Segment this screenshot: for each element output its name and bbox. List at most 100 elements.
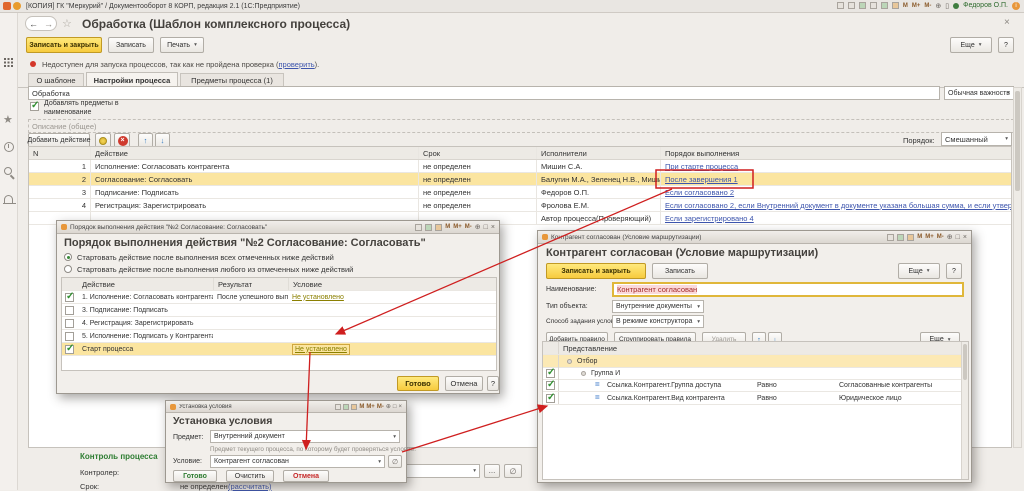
row-checkbox[interactable]: [65, 306, 74, 315]
order-dialog-titlebar[interactable]: Порядок выполнения действия "№2 Согласов…: [57, 221, 499, 234]
row-order-link[interactable]: Если зарегистрировано 4: [665, 214, 754, 223]
back-arrow-icon[interactable]: ←: [29, 19, 38, 29]
zoom-icon[interactable]: ⊕: [947, 233, 953, 241]
col-term[interactable]: Срок: [419, 147, 537, 159]
store-settings-icon[interactable]: [335, 404, 341, 410]
tab-about[interactable]: О шаблоне: [28, 73, 84, 87]
row-order-link[interactable]: При старте процесса: [665, 162, 738, 171]
col-n[interactable]: N: [29, 147, 91, 159]
method-select[interactable]: В режиме конструктора: [612, 315, 704, 328]
clear-button[interactable]: Очистить: [226, 470, 274, 482]
description-input[interactable]: Описание (общее): [28, 119, 1014, 133]
table-row[interactable]: 3 Подписание: Подписать не определен Фед…: [29, 186, 1011, 199]
row-checkbox[interactable]: [65, 332, 74, 341]
col-action[interactable]: Действие: [78, 278, 213, 290]
restore-settings-icon[interactable]: [897, 234, 904, 241]
history-clock-icon[interactable]: [4, 142, 14, 152]
current-user[interactable]: Федоров О.П.: [963, 2, 1008, 9]
calendar-icon[interactable]: [881, 2, 888, 9]
notifications-bell-icon[interactable]: [4, 195, 13, 203]
controller-open-button[interactable]: ∅: [504, 464, 522, 478]
order-row[interactable]: 4. Регистрация: Зарегистрировать: [62, 317, 496, 330]
col-performers[interactable]: Исполнители: [537, 147, 661, 159]
order-row[interactable]: 5. Исполнение: Подписать у Контрагента: [62, 330, 496, 343]
restore-settings-icon[interactable]: [425, 224, 432, 231]
name-input[interactable]: Контрагент согласован: [612, 282, 964, 297]
font-smaller-icon[interactable]: M-: [377, 404, 384, 410]
table-row[interactable]: 1 Исполнение: Согласовать контрагента не…: [29, 160, 1011, 173]
search-icon[interactable]: [4, 167, 12, 175]
object-type-select[interactable]: Внутренние документы: [612, 300, 704, 313]
restore-settings-icon[interactable]: [343, 404, 349, 410]
zoom-icon[interactable]: ⊕: [475, 223, 481, 231]
done-button[interactable]: Готово: [173, 470, 217, 482]
print-button[interactable]: Печать: [160, 37, 204, 53]
check-link[interactable]: проверить: [278, 60, 314, 69]
maximize-icon[interactable]: □: [484, 224, 488, 231]
done-button[interactable]: Готово: [397, 376, 439, 391]
font-smaller-icon[interactable]: M-: [937, 234, 944, 240]
save-close-button[interactable]: Записать и закрыть: [546, 263, 646, 279]
tab-subjects[interactable]: Предметы процесса (1): [180, 73, 284, 87]
order-select[interactable]: Смешанный: [941, 132, 1012, 146]
zoom-icon[interactable]: ⊕: [386, 403, 391, 410]
user-icon[interactable]: [953, 3, 959, 9]
cancel-button[interactable]: Отмена: [283, 470, 329, 482]
rules-scrollbar[interactable]: [961, 342, 968, 479]
font-larger-icon[interactable]: M+: [925, 234, 934, 240]
col-result[interactable]: Результат: [213, 278, 288, 290]
col-action[interactable]: Действие: [91, 147, 419, 159]
condition-open-button[interactable]: ∅: [388, 455, 402, 468]
font-smaller-icon[interactable]: M-: [924, 3, 931, 9]
condition-link[interactable]: Не установлено: [292, 294, 344, 301]
row-order-link[interactable]: Если согласовано 2: [665, 188, 734, 197]
save-button[interactable]: Записать: [108, 37, 154, 53]
controller-choose-button[interactable]: …: [484, 464, 500, 478]
maximize-icon[interactable]: □: [956, 234, 960, 241]
row-checkbox-checked[interactable]: [65, 293, 74, 302]
scrollbar-thumb[interactable]: [1015, 91, 1020, 191]
help-button[interactable]: ?: [998, 37, 1014, 53]
order-row[interactable]: 1. Исполнение: Согласовать контрагента П…: [62, 291, 496, 304]
cancel-button[interactable]: Отмена: [445, 376, 483, 391]
font-normal-icon[interactable]: M: [903, 3, 908, 9]
order-row[interactable]: 3. Подписание: Подписать: [62, 304, 496, 317]
routing-dialog-titlebar[interactable]: Контрагент согласован (Условие маршрутиз…: [538, 231, 971, 244]
table-row[interactable]: 4 Регистрация: Зарегистрировать не опред…: [29, 199, 1011, 212]
vertical-scrollbar[interactable]: [1013, 87, 1022, 448]
row-order-link[interactable]: После завершения 1: [665, 175, 738, 184]
radio-start-after-all[interactable]: [64, 253, 72, 261]
favorite-toggle-icon[interactable]: ☆: [62, 17, 72, 30]
close-icon[interactable]: ×: [398, 404, 402, 410]
app-icon[interactable]: [3, 2, 11, 10]
change-form-icon[interactable]: [435, 224, 442, 231]
close-icon[interactable]: ×: [491, 224, 495, 231]
radio-start-after-any[interactable]: [64, 265, 72, 273]
font-larger-icon[interactable]: M+: [453, 224, 462, 230]
favorites-star-icon[interactable]: ★: [3, 113, 13, 126]
save-button[interactable]: Записать: [652, 263, 708, 279]
tab-settings[interactable]: Настройки процесса: [86, 72, 178, 87]
close-form-icon[interactable]: ×: [1004, 17, 1010, 28]
store-settings-icon[interactable]: [887, 234, 894, 241]
order-row-selected[interactable]: Старт процесса Не установлено: [62, 343, 496, 356]
zoom-icon[interactable]: ⊕: [935, 2, 941, 10]
font-normal-icon[interactable]: M: [917, 234, 922, 240]
tree-row-condition[interactable]: Ссылка.Контрагент.Группа доступа Равно С…: [543, 379, 968, 392]
font-normal-icon[interactable]: M: [445, 224, 450, 230]
importance-select[interactable]: Обычная важность: [944, 86, 1014, 100]
close-icon[interactable]: ×: [963, 234, 967, 241]
col-view[interactable]: Представление: [559, 342, 959, 354]
send-icon[interactable]: [859, 2, 866, 9]
template-name-input[interactable]: Обработка: [28, 86, 940, 100]
save-icon[interactable]: [837, 2, 844, 9]
font-smaller-icon[interactable]: M-: [465, 224, 472, 230]
preview-icon[interactable]: [870, 2, 877, 9]
subject-select[interactable]: Внутренний документ: [210, 430, 400, 443]
setcond-dialog-titlebar[interactable]: Установка условия M M+ M- ⊕ □ ×: [166, 401, 406, 413]
panel-icon[interactable]: ▯: [945, 2, 949, 10]
row-checkbox-checked[interactable]: [65, 345, 74, 354]
info-icon[interactable]: i: [1012, 2, 1020, 10]
maximize-icon[interactable]: □: [393, 404, 397, 410]
col-order[interactable]: Порядок выполнения: [661, 147, 1011, 159]
